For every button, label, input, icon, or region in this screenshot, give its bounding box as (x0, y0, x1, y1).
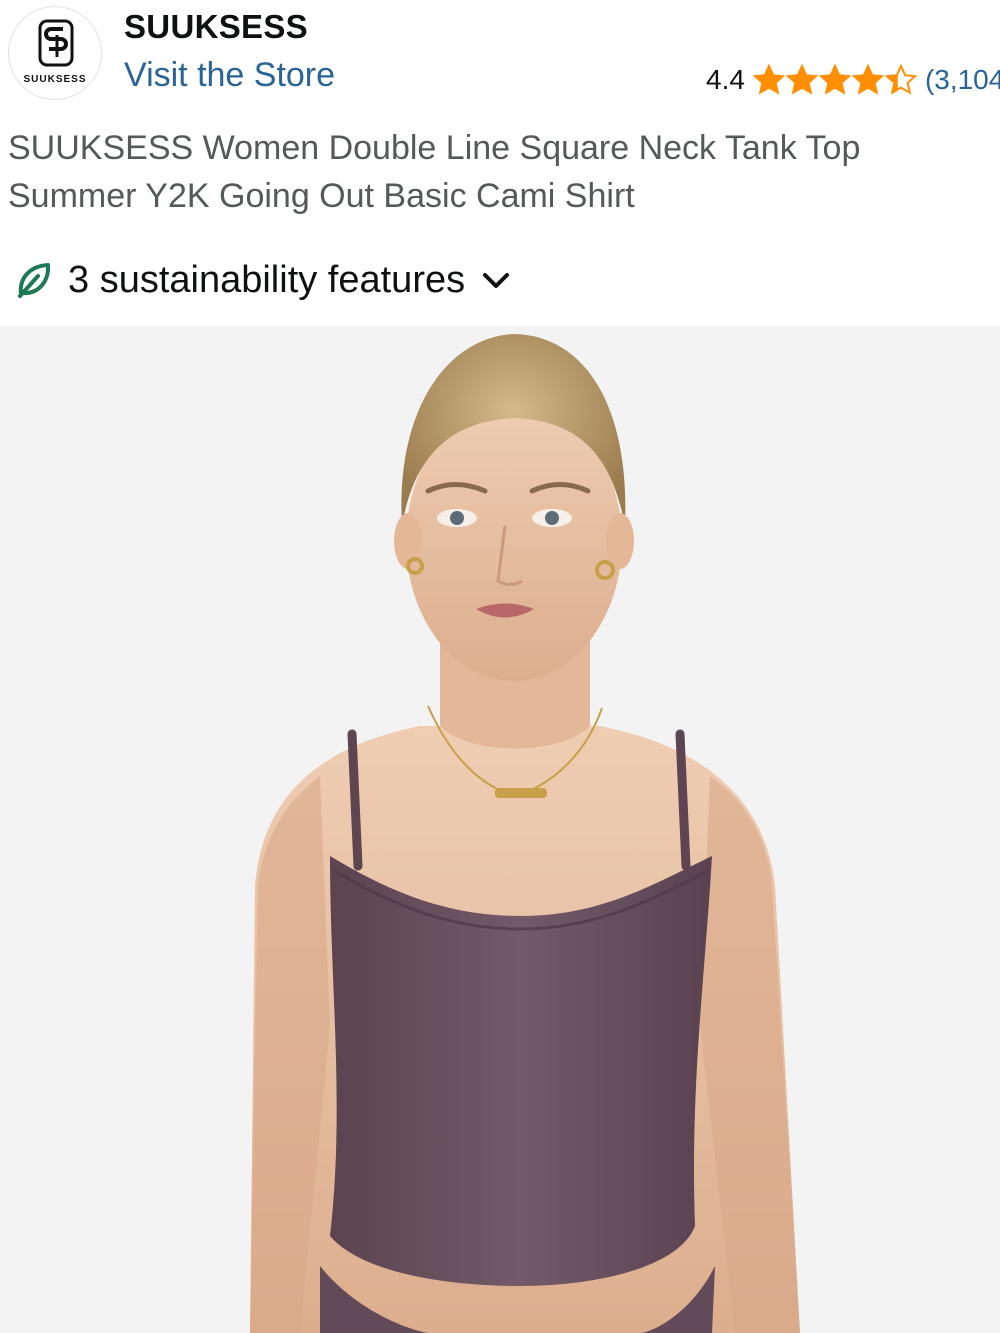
star-full-icon (785, 64, 818, 95)
chevron-down-icon (483, 273, 510, 288)
rating-score: 4.4 (706, 64, 745, 95)
product-title: SUUKSESS Women Double Line Square Neck T… (8, 129, 861, 215)
product-photo-illustration (250, 334, 800, 1333)
star-half-icon (884, 64, 917, 95)
star-full-icon (752, 64, 785, 95)
star-full-icon (818, 64, 851, 95)
store-logo-text: SUUKSESS (23, 74, 87, 85)
star-full-icon (851, 64, 884, 95)
product-image[interactable] (0, 326, 1000, 1333)
rating-count-link[interactable]: (3,104 (925, 64, 1000, 96)
visit-store-link[interactable]: Visit the Store (124, 56, 335, 95)
rating-stars (752, 64, 917, 96)
store-logo-mark-icon (38, 19, 74, 67)
sustainability-features-label: 3 sustainability features (68, 258, 466, 301)
brand-name[interactable]: SUUKSESS (124, 8, 308, 46)
store-logo[interactable]: SUUKSESS (8, 6, 102, 100)
leaf-icon (18, 263, 51, 298)
rating-summary[interactable]: 4.4 (3,104 (706, 60, 1000, 100)
sustainability-features-toggle[interactable]: 3 sustainability features (14, 252, 513, 308)
